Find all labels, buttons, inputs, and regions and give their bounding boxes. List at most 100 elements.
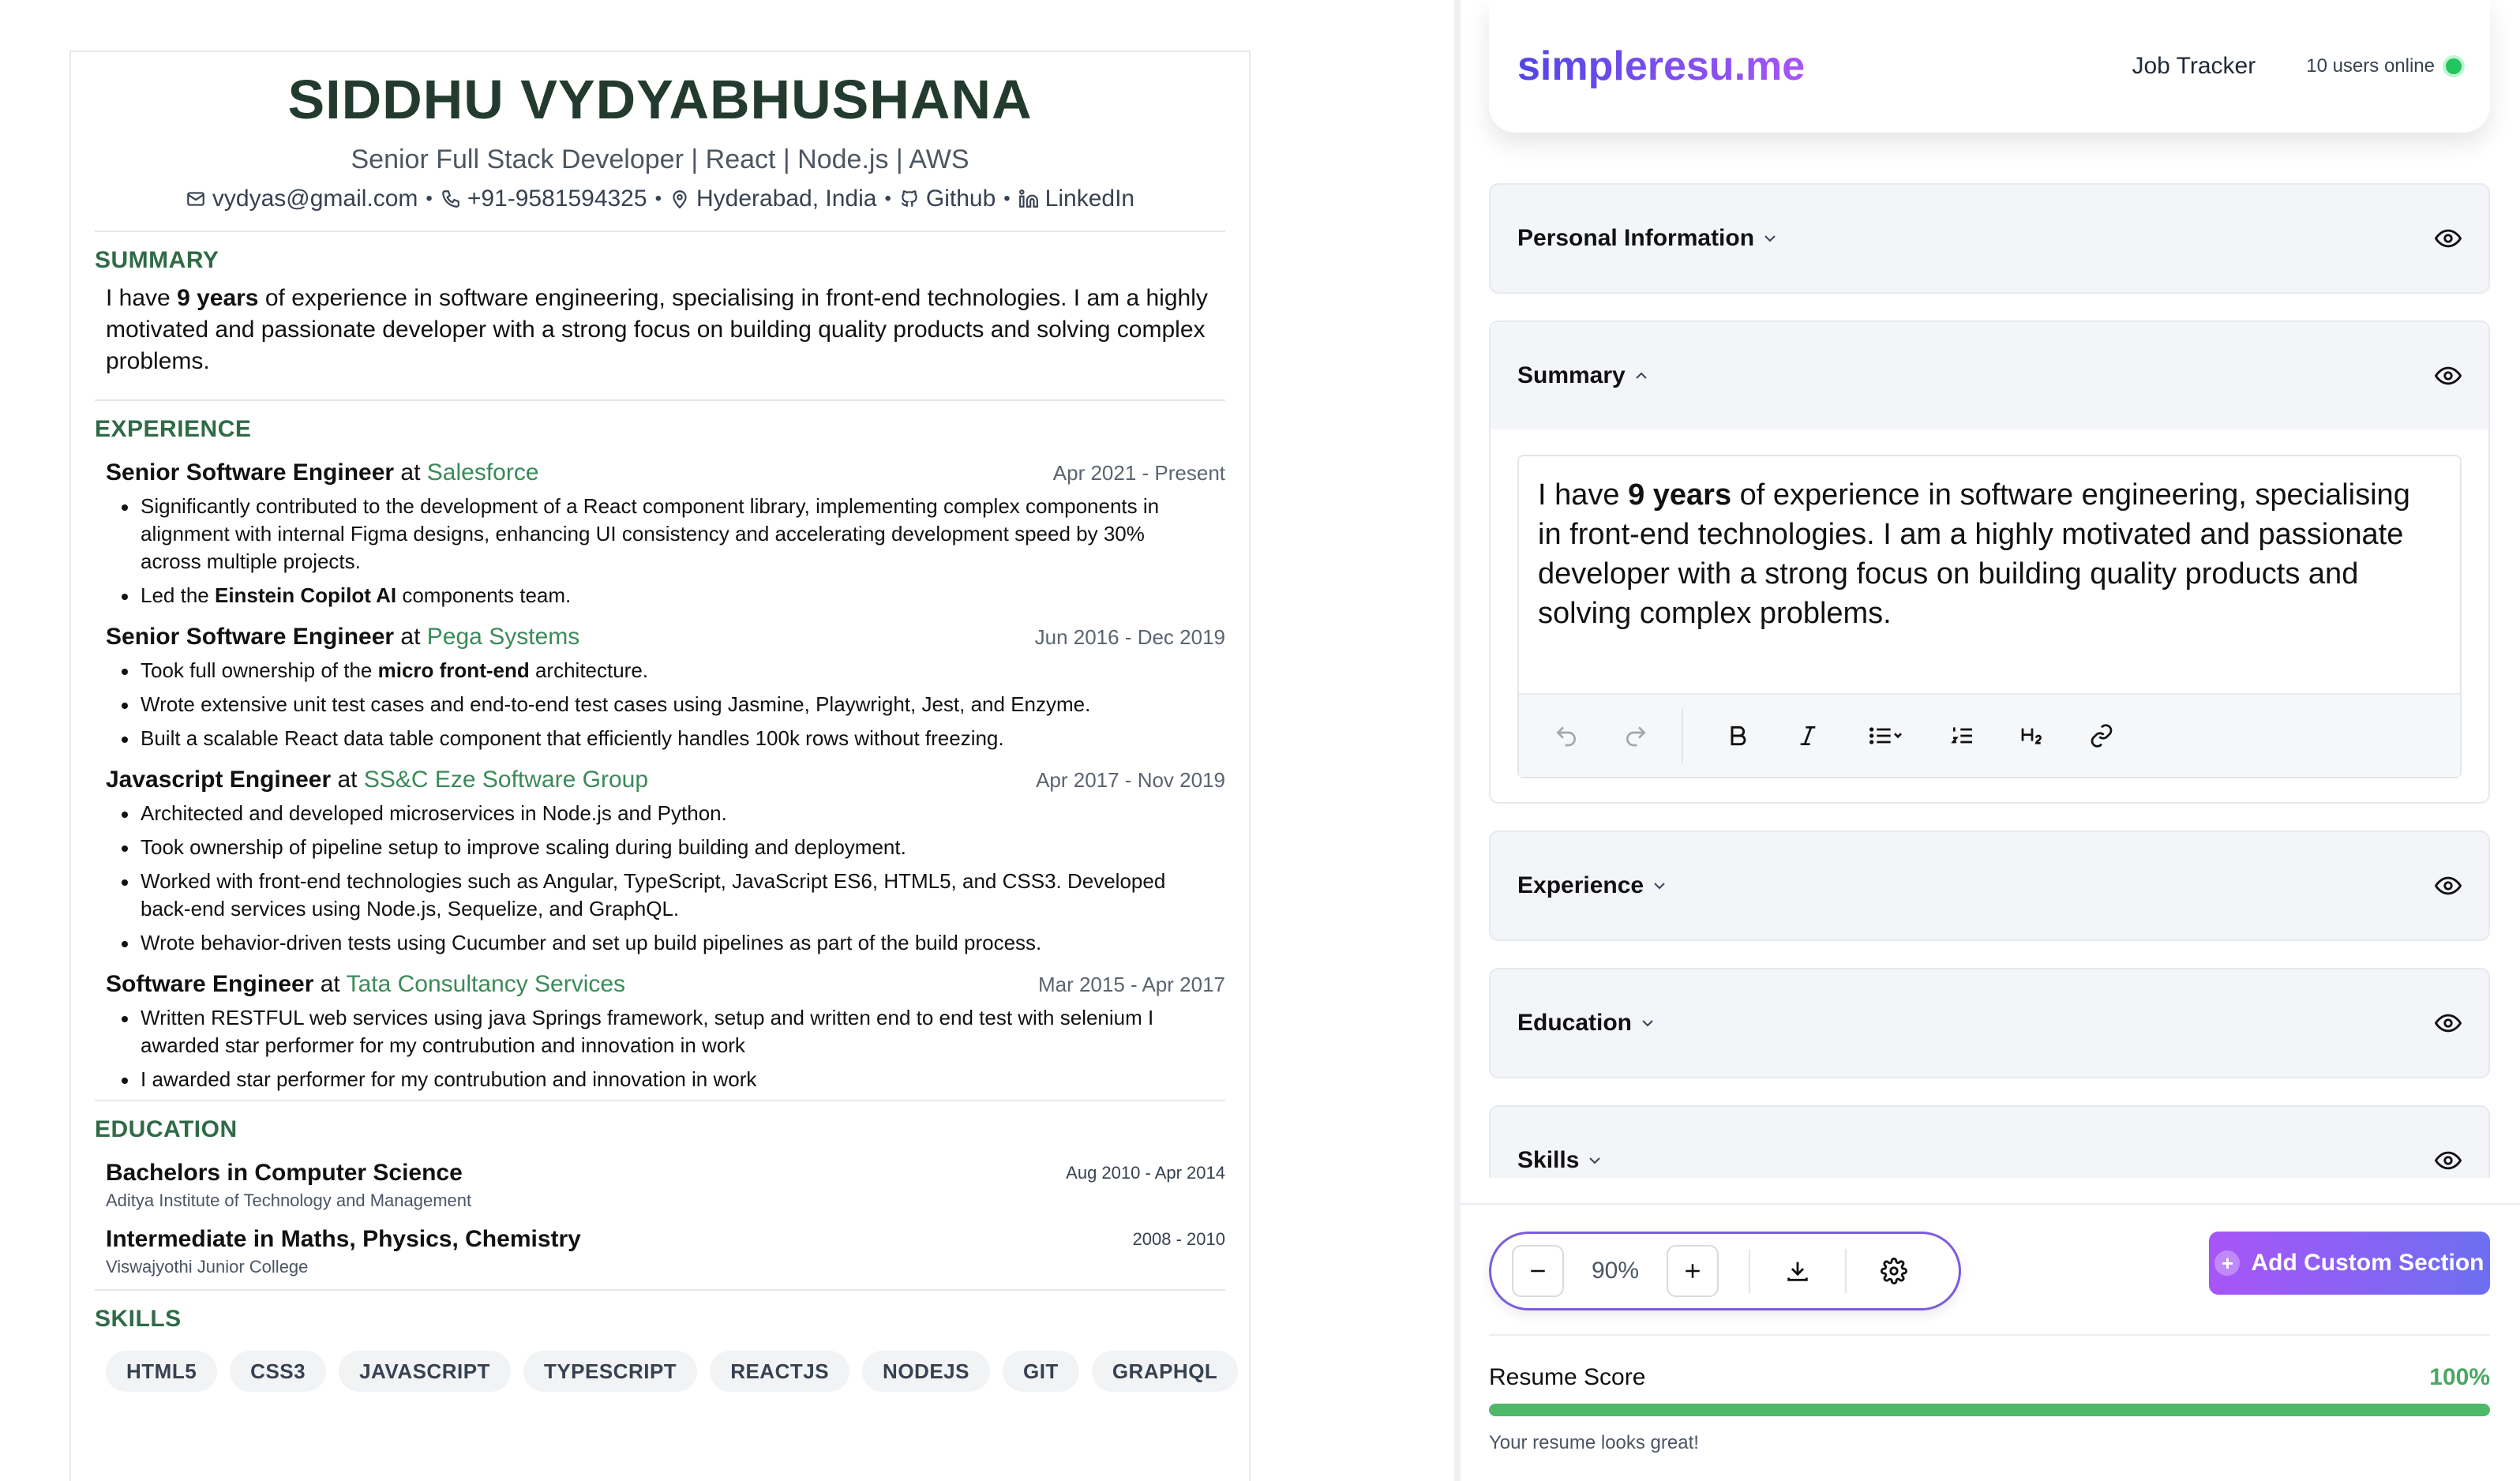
summary-bold: 9 years — [177, 285, 259, 311]
job-bullet: I awarded star performer for my contrubu… — [106, 1066, 1225, 1093]
section-summary: Summary I have 9 years of experience in … — [1489, 321, 2490, 804]
contact-linkedin-text: LinkedIn — [1044, 186, 1135, 212]
plus-icon — [1686, 1264, 1700, 1278]
skill-chip: GRAPHQL — [1091, 1351, 1239, 1392]
job-bullet: Architected and developed microservices … — [106, 800, 1225, 827]
redo-button[interactable] — [1612, 712, 1659, 759]
job-bullets: Architected and developed microservices … — [106, 800, 1225, 957]
resume-headline: Senior Full Stack Developer | React | No… — [351, 144, 969, 174]
download-button[interactable] — [1780, 1254, 1815, 1288]
panel-divider[interactable] — [1454, 0, 1461, 1481]
summary-heading: SUMMARY — [95, 231, 1225, 276]
eye-icon[interactable] — [2435, 1010, 2462, 1037]
bullet-pre: Written RESTFUL web services using java … — [141, 1006, 1154, 1057]
job-tracker-link[interactable]: Job Tracker — [2132, 53, 2256, 80]
experience-heading: EXPERIENCE — [95, 399, 1225, 445]
job-bullets: Took full ownership of the micro front-e… — [106, 657, 1225, 752]
eye-icon[interactable] — [2435, 872, 2462, 899]
section-header-education[interactable]: Education — [1491, 969, 2488, 1077]
experience-title: Senior Software Engineer at Salesforce — [106, 456, 539, 489]
education-item: Intermediate in Maths, Physics, Chemistr… — [95, 1223, 1225, 1278]
contact-linkedin[interactable]: LinkedIn — [1018, 182, 1134, 216]
chevron-down-icon — [1764, 235, 1776, 242]
contact-github-text: Github — [925, 186, 996, 212]
job-bullet: Led the Einstein Copilot AI components t… — [106, 582, 1225, 609]
bullet-pre: Took ownership of pipeline setup to impr… — [141, 835, 906, 859]
job-bullet: Took full ownership of the micro front-e… — [106, 657, 1225, 684]
education-item: Bachelors in Computer Science Aditya Inst… — [95, 1157, 1225, 1212]
section-title: Education — [1517, 1010, 1633, 1036]
section-header-skills[interactable]: Skills — [1491, 1107, 2488, 1178]
bullet-pre: Took full ownership of the — [141, 658, 378, 682]
education-heading: EDUCATION — [95, 1100, 1225, 1145]
eye-icon[interactable] — [2435, 362, 2462, 389]
heading-button[interactable] — [2008, 712, 2056, 759]
online-users-text: 10 users online — [2306, 55, 2435, 77]
app-logo[interactable]: simpleresu.me — [1517, 43, 1805, 90]
job-company: Pega Systems — [426, 624, 580, 650]
chevron-down-icon — [1654, 883, 1665, 890]
download-icon — [1787, 1262, 1808, 1281]
contact-email-text: vydyas@gmail.com — [212, 186, 418, 212]
bullet-post: components team. — [396, 583, 572, 607]
separator-dot: • — [1003, 188, 1011, 209]
editor-bold: 9 years — [1628, 478, 1732, 512]
eye-icon[interactable] — [2435, 225, 2462, 252]
bullet-pre: I awarded star performer for my contrubu… — [141, 1067, 757, 1091]
zoom-controls: 90% — [1489, 1232, 1961, 1310]
section-title: Skills — [1517, 1147, 1580, 1173]
experience-title: Software Engineer at Tata Consultancy Se… — [106, 968, 625, 1001]
plus-circle-icon: + — [2214, 1250, 2241, 1276]
italic-button[interactable] — [1784, 712, 1832, 759]
add-custom-section-label: Add Custom Section — [2251, 1250, 2484, 1276]
job-role: Javascript Engineer — [106, 767, 332, 793]
job-bullet: Significantly contributed to the develop… — [106, 493, 1225, 576]
zoom-out-button[interactable] — [1512, 1245, 1564, 1297]
separator-dot: • — [426, 188, 433, 209]
gear-icon — [1881, 1258, 1907, 1284]
summary-pre: I have — [106, 285, 178, 311]
contact-email[interactable]: vydyas@gmail.com — [186, 182, 418, 216]
bullet-list-button[interactable] — [1854, 712, 1917, 759]
add-custom-section-button[interactable]: + Add Custom Section — [2209, 1232, 2490, 1295]
section-header-personal[interactable]: Personal Information — [1491, 185, 2488, 292]
job-company: SS&C Eze Software Group — [363, 767, 649, 793]
experience-title: Senior Software Engineer at Pega Systems — [106, 621, 579, 654]
zoom-in-button[interactable] — [1667, 1245, 1719, 1297]
skill-chip: CSS3 — [230, 1351, 327, 1392]
contact-github[interactable]: Github — [899, 182, 996, 216]
summary-editor-input[interactable]: I have 9 years of experience in software… — [1519, 456, 2460, 693]
education-info: Bachelors in Computer Science Aditya Inst… — [106, 1157, 471, 1212]
resume-score-label: Resume Score — [1489, 1364, 1646, 1390]
undo-button[interactable] — [1543, 712, 1590, 759]
bottom-toolbar: 90% + Add Custom Section — [1461, 1203, 2520, 1337]
bullet-pre: Built a scalable React data table compon… — [141, 726, 1004, 750]
settings-button[interactable] — [1877, 1254, 1911, 1288]
skill-chip: JAVASCRIPT — [339, 1351, 511, 1392]
education-dates: 2008 - 2010 — [1132, 1229, 1225, 1249]
job-role: Senior Software Engineer — [106, 624, 395, 650]
ordered-list-button[interactable] — [1939, 712, 1986, 759]
resume-score-message: Your resume looks great! — [1489, 1432, 1699, 1453]
eye-icon[interactable] — [2435, 1147, 2462, 1174]
link-button[interactable] — [2078, 712, 2125, 759]
section-header-experience[interactable]: Experience — [1491, 832, 2488, 939]
bullet-pre: Wrote behavior-driven tests using Cucumb… — [141, 931, 1042, 954]
bullet-bold: Einstein Copilot AI — [214, 583, 397, 607]
skill-chip: NODEJS — [862, 1351, 990, 1392]
education-school: Viswajyothi Junior College — [106, 1257, 309, 1277]
resume-paper: SIDDHU VYDYABHUSHANA Senior Full Stack D… — [69, 51, 1251, 1481]
job-bullet: Built a scalable React data table compon… — [106, 725, 1225, 752]
job-bullet: Worked with front-end technologies such … — [106, 868, 1225, 923]
bold-button[interactable] — [1715, 712, 1762, 759]
experience-header: Software Engineer at Tata Consultancy Se… — [106, 968, 1225, 1001]
phone-icon — [441, 190, 459, 208]
contact-phone[interactable]: +91-9581594325 — [441, 182, 647, 216]
experience-title: Javascript Engineer at SS&C Eze Software… — [106, 763, 648, 797]
zoom-divider — [1845, 1249, 1847, 1293]
bold-icon — [1731, 726, 1746, 746]
toolbar-divider — [1682, 708, 1683, 763]
summary-editor-body: I have 9 years of experience in software… — [1491, 429, 2488, 802]
education-info: Intermediate in Maths, Physics, Chemistr… — [106, 1223, 581, 1278]
section-header-summary[interactable]: Summary — [1491, 322, 2488, 429]
